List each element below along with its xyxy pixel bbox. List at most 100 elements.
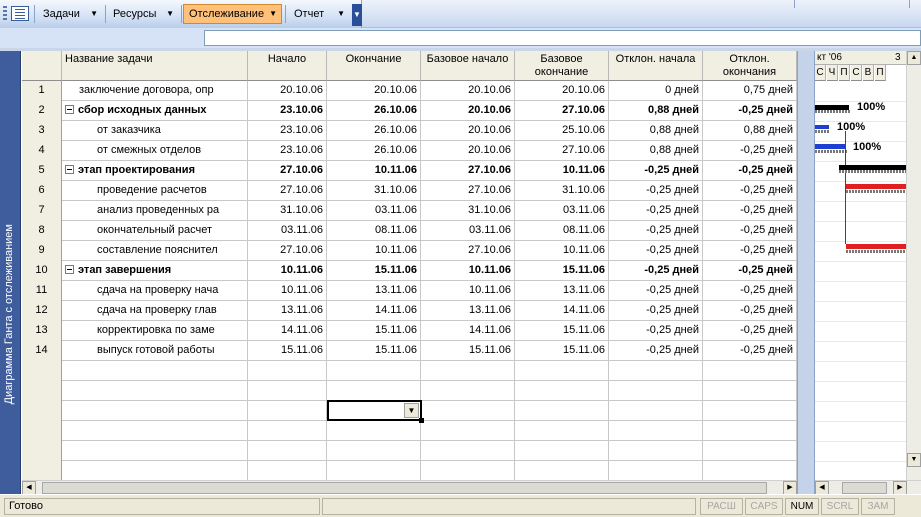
cell-task-name[interactable] — [62, 381, 248, 401]
cell-baseline-finish[interactable]: 15.11.06 — [515, 341, 609, 361]
cell-baseline-finish[interactable] — [515, 401, 609, 421]
cell-task-name[interactable]: сдача на проверку глав — [62, 301, 248, 321]
cell-baseline-start[interactable]: 15.11.06 — [421, 341, 515, 361]
cell-start-variance[interactable]: -0,25 дней — [609, 321, 703, 341]
scroll-left-icon[interactable]: ◀ — [815, 481, 829, 495]
cell-baseline-finish[interactable]: 10.11.06 — [515, 241, 609, 261]
cell-baseline-start[interactable]: 20.10.06 — [421, 81, 515, 101]
scroll-left-icon[interactable]: ◀ — [22, 481, 36, 495]
cell-finish-variance[interactable] — [703, 381, 797, 401]
cell-row-number[interactable] — [22, 421, 62, 441]
cell-finish-date[interactable]: 10.11.06 — [327, 241, 421, 261]
cell-finish-variance[interactable]: -0,25 дней — [703, 181, 797, 201]
cell-row-number[interactable]: 12 — [22, 301, 62, 321]
cell-baseline-start[interactable] — [421, 361, 515, 381]
cell-finish-date[interactable]: 15.11.06 — [327, 341, 421, 361]
column-header-start-variance[interactable]: Отклон. начала — [609, 51, 703, 81]
cell-finish-date[interactable] — [327, 441, 421, 461]
table-row[interactable]: 14 выпуск готовой работы 15.11.06 15.11.06 1… — [22, 341, 797, 361]
scroll-down-icon[interactable]: ▼ — [907, 453, 921, 467]
gantt-task-bar[interactable] — [815, 144, 846, 149]
cell-start-date[interactable]: 20.10.06 — [248, 81, 327, 101]
cell-finish-variance[interactable]: -0,25 дней — [703, 101, 797, 121]
column-header-start-date[interactable]: Начало — [248, 51, 327, 81]
cell-baseline-finish[interactable]: 10.11.06 — [515, 161, 609, 181]
gantt-critical-bar[interactable] — [846, 184, 906, 189]
cell-finish-date[interactable]: 15.11.06 — [327, 261, 421, 281]
table-row[interactable]: 7 анализ проведенных ра 31.10.06 03.11.06 31… — [22, 201, 797, 221]
cell-start-variance[interactable]: -0,25 дней — [609, 221, 703, 241]
cell-baseline-start[interactable]: 14.11.06 — [421, 321, 515, 341]
table-row[interactable]: 13 корректировка по заме 14.11.06 15.11.06 1… — [22, 321, 797, 341]
cell-baseline-start[interactable]: 13.11.06 — [421, 301, 515, 321]
cell-start-variance[interactable] — [609, 461, 703, 481]
cell-task-name[interactable]: заключение договора, опр — [62, 81, 248, 101]
table-horizontal-scrollbar[interactable]: ◀ ▶ — [22, 480, 797, 495]
cell-finish-date[interactable] — [327, 381, 421, 401]
cell-start-variance[interactable]: -0,25 дней — [609, 161, 703, 181]
cell-row-number[interactable]: 7 — [22, 201, 62, 221]
cell-start-date[interactable]: 10.11.06 — [248, 281, 327, 301]
table-row[interactable]: 5 этап проектирования 27.10.06 10.11.06 27.1… — [22, 161, 797, 181]
cell-finish-variance[interactable] — [703, 421, 797, 441]
cell-baseline-finish[interactable]: 20.10.06 — [515, 81, 609, 101]
resources-button[interactable]: Ресурсы ▼ — [107, 4, 179, 24]
cell-baseline-finish[interactable]: 15.11.06 — [515, 321, 609, 341]
column-header-baseline-start[interactable]: Базовое начало — [421, 51, 515, 81]
scrollbar-thumb[interactable] — [42, 482, 767, 494]
cell-task-name[interactable]: этап проектирования — [62, 161, 248, 181]
cell-finish-variance[interactable]: 0,75 дней — [703, 81, 797, 101]
tracking-button[interactable]: Отслеживание ▼ — [183, 4, 282, 24]
cell-start-date[interactable]: 23.10.06 — [248, 121, 327, 141]
cell-row-number[interactable]: 11 — [22, 281, 62, 301]
cell-finish-date[interactable] — [327, 461, 421, 481]
gantt-horizontal-scrollbar[interactable]: ◀ ▶ — [815, 480, 921, 495]
cell-task-name[interactable]: сдача на проверку нача — [62, 281, 248, 301]
cell-finish-date[interactable]: 26.10.06 — [327, 101, 421, 121]
cell-start-date[interactable]: 31.10.06 — [248, 201, 327, 221]
report-button[interactable]: Отчет ▼ — [288, 4, 350, 24]
table-row[interactable]: 8 окончательный расчет 03.11.06 08.11.06 03.… — [22, 221, 797, 241]
cell-start-date[interactable] — [248, 461, 327, 481]
column-header-task-name[interactable]: Название задачи — [62, 51, 248, 81]
table-row-empty[interactable] — [22, 361, 797, 381]
cell-row-number[interactable] — [22, 361, 62, 381]
cell-row-number[interactable]: 14 — [22, 341, 62, 361]
cell-finish-variance[interactable]: -0,25 дней — [703, 281, 797, 301]
cell-start-date[interactable] — [248, 421, 327, 441]
view-bar[interactable]: Диаграмма Ганта с отслеживанием — [0, 51, 21, 494]
cell-baseline-finish[interactable]: 15.11.06 — [515, 261, 609, 281]
column-header-row-number[interactable] — [22, 51, 62, 81]
cell-start-date[interactable] — [248, 361, 327, 381]
cell-task-name[interactable]: от смежных отделов — [62, 141, 248, 161]
cell-row-number[interactable]: 6 — [22, 181, 62, 201]
cell-baseline-finish[interactable]: 13.11.06 — [515, 281, 609, 301]
cell-finish-variance[interactable] — [703, 361, 797, 381]
grip-icon[interactable] — [3, 6, 7, 22]
table-row[interactable]: 4 от смежных отделов 23.10.06 26.10.06 20.10… — [22, 141, 797, 161]
cell-start-variance[interactable] — [609, 441, 703, 461]
cell-baseline-start[interactable]: 27.10.06 — [421, 241, 515, 261]
cell-finish-date[interactable]: 13.11.06 — [327, 281, 421, 301]
chevron-down-icon[interactable]: ▼ — [404, 403, 419, 418]
table-row[interactable]: 9 составление пояснител 27.10.06 10.11.06 27… — [22, 241, 797, 261]
table-row-empty[interactable] — [22, 421, 797, 441]
cell-baseline-finish[interactable]: 25.10.06 — [515, 121, 609, 141]
cell-start-variance[interactable] — [609, 381, 703, 401]
gantt-vertical-scrollbar[interactable]: ▲ ▼ — [906, 51, 921, 480]
scrollbar-thumb[interactable] — [842, 482, 887, 494]
cell-start-variance[interactable]: 0 дней — [609, 81, 703, 101]
cell-finish-date[interactable]: 10.11.06 — [327, 161, 421, 181]
cell-task-name[interactable]: корректировка по заме — [62, 321, 248, 341]
cell-finish-date[interactable]: 20.10.06 — [327, 81, 421, 101]
cell-finish-variance[interactable]: -0,25 дней — [703, 201, 797, 221]
cell-start-variance[interactable]: 0,88 дней — [609, 141, 703, 161]
cell-start-date[interactable]: 15.11.06 — [248, 341, 327, 361]
cell-start-variance[interactable]: -0,25 дней — [609, 201, 703, 221]
cell-baseline-start[interactable]: 03.11.06 — [421, 221, 515, 241]
tasks-button[interactable]: Задачи ▼ — [37, 4, 103, 24]
cell-baseline-start[interactable]: 20.10.06 — [421, 121, 515, 141]
cell-baseline-start[interactable]: 20.10.06 — [421, 141, 515, 161]
cell-row-number[interactable]: 1 — [22, 81, 62, 101]
column-header-finish-variance[interactable]: Отклон. окончания — [703, 51, 797, 81]
